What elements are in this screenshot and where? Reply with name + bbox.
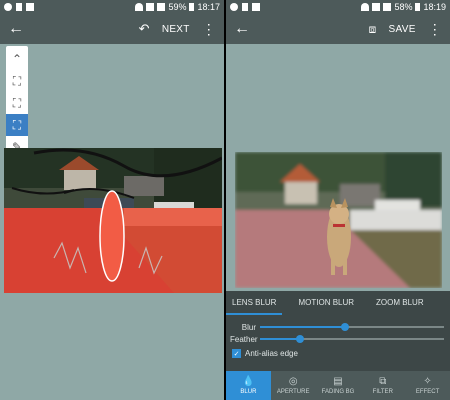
back-arrow-icon[interactable]: ← [234,20,250,38]
blur-slider-label: Blur [241,322,256,332]
nav-filter[interactable]: ⧉ FILTER [360,371,405,400]
nav-blur[interactable]: 💧 BLUR [226,371,271,400]
app-bar: ← ⧈ SAVE ⋮ [226,14,450,44]
feather-slider-thumb[interactable] [296,335,305,343]
battery-icon [189,3,195,11]
clock: 18:17 [197,2,220,12]
tab-zoom-blur[interactable]: ZOOM BLUR [376,298,424,307]
nav-fading-bg[interactable]: ▤ FADING BG [316,371,361,400]
more-menu-icon[interactable]: ⋮ [428,22,442,36]
feather-slider-row: Feather [230,333,444,345]
smart-select-icon[interactable]: ⛶ [6,114,28,136]
blur-controls-panel: LENS BLUR MOTION BLUR ZOOM BLUR Blur Feath… [226,291,450,371]
app-bar: ← ↶ NEXT ⋮ [0,14,224,44]
whatsapp-icon [230,3,238,11]
signal-icon [372,3,381,11]
whatsapp-icon [4,3,12,11]
nav-label: FILTER [372,388,393,395]
nav-aperture[interactable]: ◎ APERTURE [271,371,316,400]
tab-lens-blur[interactable]: LENS BLUR [232,298,276,307]
fading-icon: ▤ [333,375,343,387]
nav-effect[interactable]: ✧ EFFECT [405,371,450,400]
compare-icon[interactable]: ⧈ [369,22,377,37]
effect-icon: ✧ [423,375,432,387]
blur-slider-thumb[interactable] [340,323,349,331]
filter-icon: ⧉ [379,375,387,387]
blur-slider-row: Blur [230,321,444,333]
nav-label: EFFECT [415,388,440,395]
clock: 18:19 [423,2,446,12]
nav-label: APERTURE [276,388,310,395]
blur-slider[interactable] [260,323,444,331]
left-screen: 59% 18:17 ← ↶ NEXT ⋮ ⌃⛶⛶⛶✎⌫⊕◉ [0,0,224,400]
wifi-icon [361,3,370,11]
more-menu-icon[interactable]: ⋮ [202,22,216,36]
antialias-checkbox[interactable]: ✓ [232,349,241,358]
status-bar: 58% 18:19 [226,0,450,14]
right-screen: 58% 18:19 ← ⧈ SAVE ⋮ LENS BLUR MOTION BL… [226,0,450,400]
drop-icon: 💧 [242,375,255,387]
signal-icon [146,3,155,11]
feather-slider-label: Feather [230,334,258,344]
aperture-icon: ◎ [288,375,298,387]
object-select-icon[interactable]: ⛶ [6,92,28,114]
bottom-navigation: 💧 BLUR ◎ APERTURE ▤ FADING BG ⧉ FILTER ✧ EFFECT [226,371,450,400]
antialias-row[interactable]: ✓ Anti-alias edge [232,349,298,358]
save-button[interactable]: SAVE [389,24,416,35]
battery-icon [415,3,421,11]
signal-icon [383,3,392,11]
back-arrow-icon[interactable]: ← [8,20,24,38]
wifi-icon [135,3,144,11]
feather-slider[interactable] [260,335,444,343]
nav-label: BLUR [240,388,257,395]
image-icon [26,3,34,11]
blurred-photo [235,152,442,288]
battery-percent: 59% [168,2,187,12]
antialias-label: Anti-alias edge [245,349,298,358]
nav-label: FADING BG [321,388,355,395]
download-icon [242,3,248,11]
battery-percent: 58% [394,2,413,12]
face-detect-icon[interactable]: ⛶ [6,70,28,92]
tab-motion-blur[interactable]: MOTION BLUR [298,298,354,307]
undo-icon[interactable]: ↶ [139,21,150,37]
masked-photo [4,148,222,293]
dog-photo [235,152,442,288]
signal-icon [157,3,166,11]
download-icon [16,3,22,11]
collapse-icon[interactable]: ⌃ [6,48,28,70]
status-bar: 59% 18:17 [0,0,224,14]
image-icon [252,3,260,11]
active-tab-indicator [226,313,282,315]
photo-with-mask[interactable] [4,148,222,293]
next-button[interactable]: NEXT [162,24,190,35]
blur-type-tabs: LENS BLUR MOTION BLUR ZOOM BLUR [226,291,450,313]
